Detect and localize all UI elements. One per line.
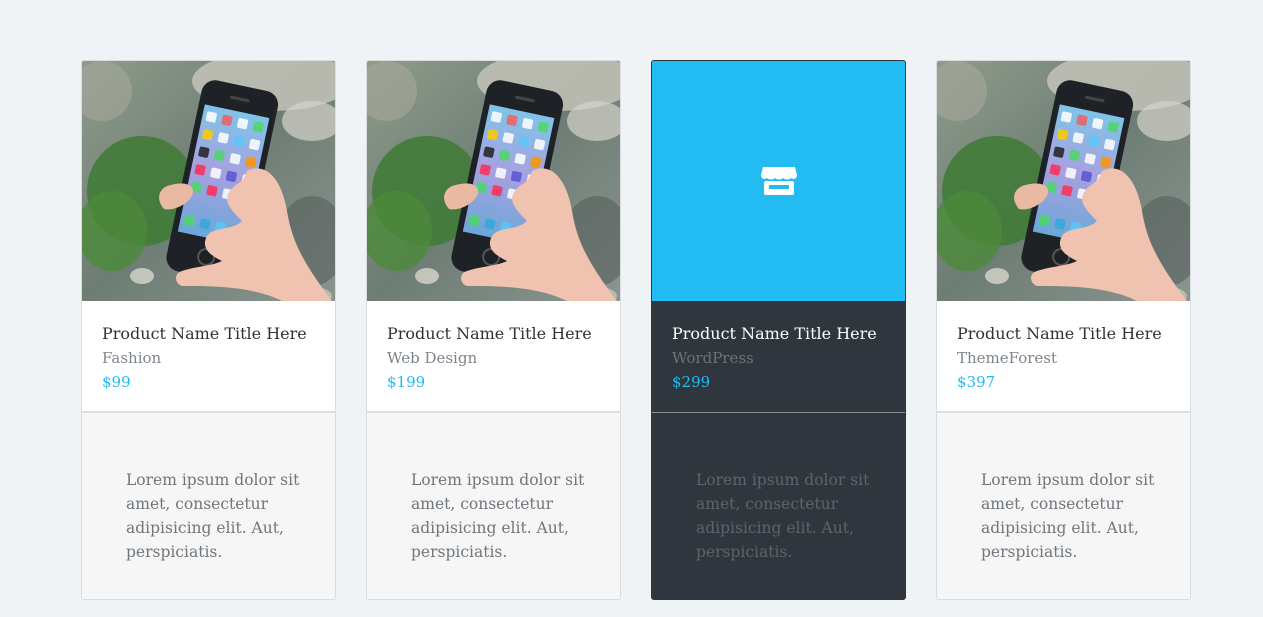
phone-in-hand-photo bbox=[367, 61, 620, 301]
product-category: WordPress bbox=[672, 349, 754, 367]
product-description: Lorem ipsum dolor sit amet, consectetur … bbox=[82, 413, 335, 599]
product-info: Product Name Title Here ThemeForest $397 bbox=[937, 301, 1190, 413]
product-title[interactable]: Product Name Title Here bbox=[387, 322, 600, 346]
phone-in-hand-photo bbox=[937, 61, 1190, 301]
product-description: Lorem ipsum dolor sit amet, consectetur … bbox=[367, 413, 620, 599]
product-description: Lorem ipsum dolor sit amet, consectetur … bbox=[652, 413, 905, 599]
product-image[interactable] bbox=[937, 61, 1190, 301]
product-category: Web Design bbox=[387, 349, 478, 367]
product-description: Lorem ipsum dolor sit amet, consectetur … bbox=[937, 413, 1190, 599]
product-image[interactable] bbox=[82, 61, 335, 301]
product-title[interactable]: Product Name Title Here bbox=[672, 322, 885, 346]
phone-in-hand-photo bbox=[82, 61, 335, 301]
product-card[interactable]: Product Name Title Here Web Design $199 … bbox=[366, 60, 621, 600]
product-card-active[interactable]: Product Name Title Here WordPress $299 L… bbox=[651, 60, 906, 600]
product-category: Fashion bbox=[102, 349, 162, 367]
product-info: Product Name Title Here WordPress $299 bbox=[652, 301, 905, 413]
product-cards: Product Name Title Here Fashion $99 Lore… bbox=[81, 60, 1191, 600]
product-title[interactable]: Product Name Title Here bbox=[102, 322, 315, 346]
product-price: $397 bbox=[957, 373, 996, 391]
product-price: $99 bbox=[102, 373, 131, 391]
product-image-overlay[interactable] bbox=[652, 61, 905, 301]
product-title[interactable]: Product Name Title Here bbox=[957, 322, 1170, 346]
product-category: ThemeForest bbox=[957, 349, 1058, 367]
product-price: $299 bbox=[672, 373, 711, 391]
product-info: Product Name Title Here Fashion $99 bbox=[82, 301, 335, 413]
product-price: $199 bbox=[387, 373, 426, 391]
product-card[interactable]: Product Name Title Here Fashion $99 Lore… bbox=[81, 60, 336, 600]
store-icon[interactable] bbox=[760, 165, 798, 197]
product-card[interactable]: Product Name Title Here ThemeForest $397… bbox=[936, 60, 1191, 600]
product-info: Product Name Title Here Web Design $199 bbox=[367, 301, 620, 413]
product-image[interactable] bbox=[367, 61, 620, 301]
